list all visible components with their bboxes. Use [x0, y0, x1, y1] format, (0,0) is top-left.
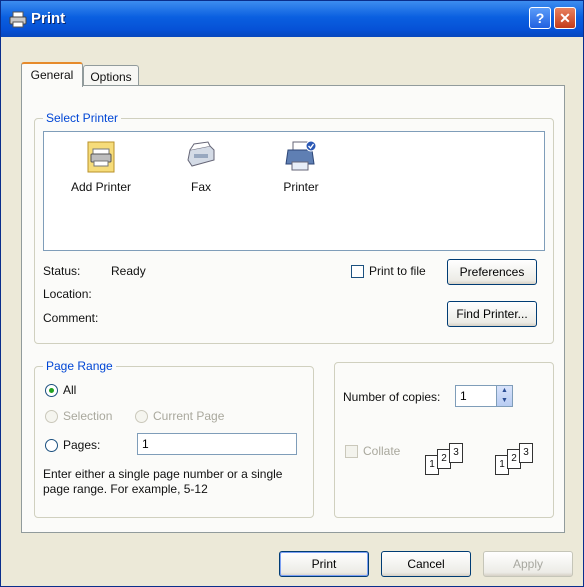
location-label: Location:: [43, 287, 92, 301]
pages-radio[interactable]: [45, 439, 58, 452]
add-printer-label: Add Printer: [70, 180, 132, 194]
page-range-legend: Page Range: [43, 359, 116, 373]
sheet: 3: [519, 443, 533, 463]
printer-list[interactable]: Add Printer Fax Printer: [43, 131, 545, 251]
pages-label: Pages:: [63, 438, 101, 452]
printer-label: Printer: [283, 180, 319, 194]
select-printer-group: Select Printer Add Printer Fax Printer S…: [34, 111, 554, 344]
number-of-copies-label: Number of copies:: [343, 390, 441, 404]
printer-item-printer[interactable]: Printer: [256, 140, 346, 200]
printer-title-icon: [9, 11, 27, 28]
tab-options[interactable]: Options: [83, 65, 139, 87]
collate-pages-icon-2: 1 2 3: [495, 443, 539, 479]
add-printer-icon: [87, 141, 115, 173]
status-label: Status:: [43, 264, 81, 278]
copies-input[interactable]: [455, 385, 497, 407]
collate-pages-icon-1: 1 2 3: [425, 443, 469, 479]
printer-icon: [285, 140, 317, 171]
selection-label: Selection: [63, 409, 113, 423]
page-range-help-text: Enter either a single page number or a s…: [43, 467, 283, 496]
sheet: 3: [449, 443, 463, 463]
close-button[interactable]: ✕: [554, 7, 576, 29]
copies-spinner[interactable]: ▲ ▼: [497, 385, 513, 407]
tab-general[interactable]: General: [21, 62, 83, 87]
preferences-button[interactable]: Preferences: [447, 259, 537, 285]
cancel-button[interactable]: Cancel: [381, 551, 471, 577]
general-tab-panel: Select Printer Add Printer Fax Printer S…: [21, 85, 565, 533]
print-dialog: Print ? ✕ General Options Select Printer…: [0, 0, 584, 587]
apply-button[interactable]: Apply: [483, 551, 573, 577]
page-range-group: Page Range All Selection Current Page Pa…: [34, 359, 314, 518]
pages-input[interactable]: [137, 433, 297, 455]
title-bar[interactable]: Print ? ✕: [1, 1, 583, 37]
print-to-file-checkbox[interactable]: [351, 265, 364, 278]
comment-label: Comment:: [43, 311, 99, 325]
copies-group: Number of copies: ▲ ▼ Collate 1 2 3 1 2 …: [334, 362, 554, 518]
print-to-file-label: Print to file: [369, 264, 426, 278]
find-printer-button[interactable]: Find Printer...: [447, 301, 537, 327]
window-title: Print: [31, 10, 66, 27]
current-page-radio[interactable]: [135, 410, 148, 423]
help-button[interactable]: ?: [529, 7, 551, 29]
select-printer-legend: Select Printer: [43, 111, 122, 125]
collate-label: Collate: [363, 444, 401, 458]
selection-radio[interactable]: [45, 410, 58, 423]
current-page-label: Current Page: [153, 409, 225, 423]
print-button[interactable]: Print: [279, 551, 369, 577]
printer-item-add-printer[interactable]: Add Printer: [56, 140, 146, 200]
fax-label: Fax: [190, 180, 211, 194]
all-label: All: [63, 383, 77, 397]
printer-item-fax[interactable]: Fax: [156, 140, 246, 200]
spin-down-icon[interactable]: ▼: [497, 396, 512, 406]
collate-checkbox[interactable]: [345, 445, 358, 458]
fax-icon: [187, 141, 215, 167]
spin-up-icon[interactable]: ▲: [497, 386, 512, 396]
all-radio[interactable]: [45, 384, 58, 397]
status-value: Ready: [111, 264, 146, 278]
